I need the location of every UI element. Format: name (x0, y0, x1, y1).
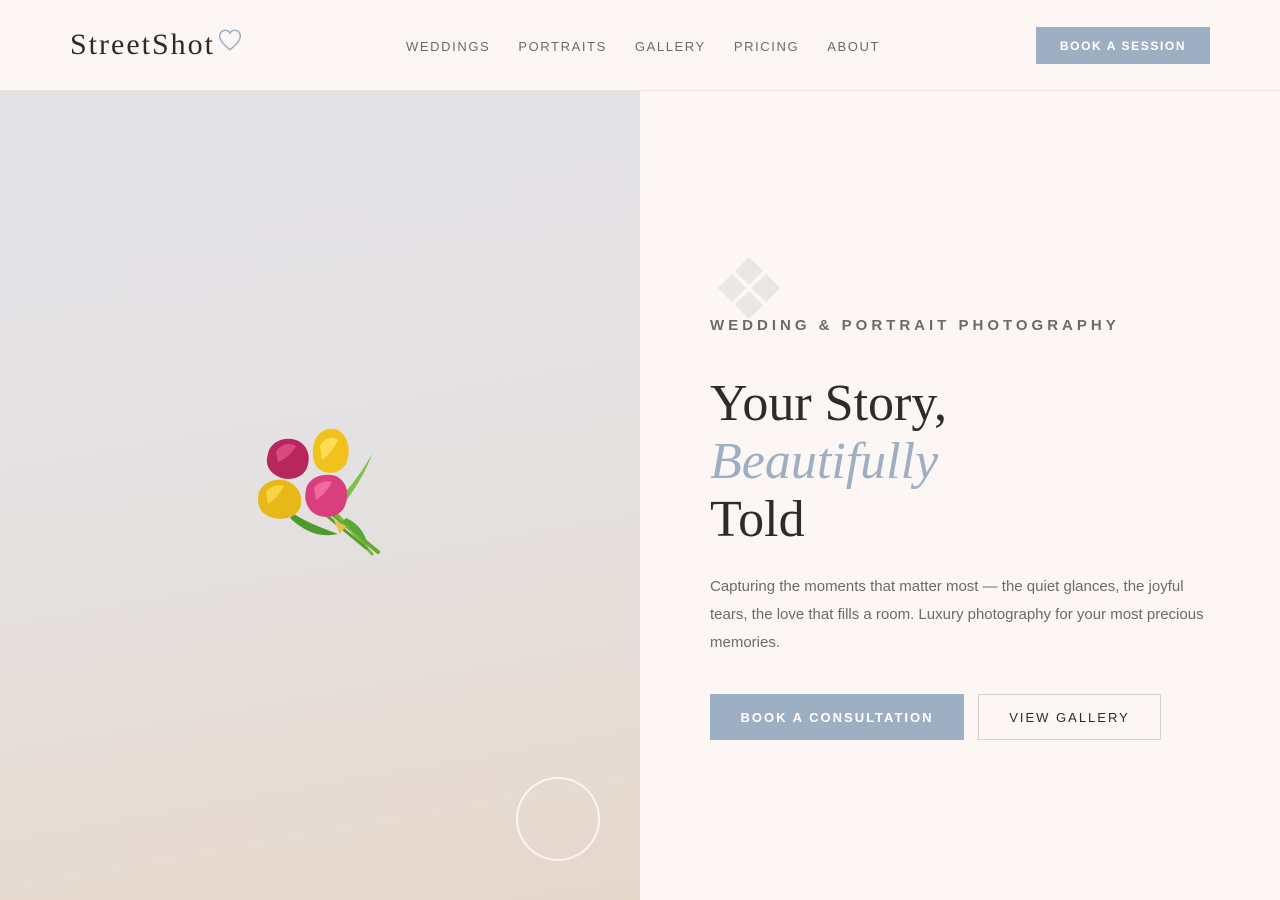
headline-line-3: Told (710, 491, 805, 548)
heart-icon (217, 27, 243, 58)
hero-headline: Your Story, Beautifully Told (710, 375, 947, 549)
site-header: StreetShot WEDDINGS PORTRAITS GALLERY PR… (0, 0, 1280, 91)
nav-portraits[interactable]: PORTRAITS (518, 39, 607, 54)
bouquet-icon (250, 426, 390, 561)
nav-gallery[interactable]: GALLERY (635, 39, 706, 54)
play-circle-button[interactable] (516, 777, 600, 861)
book-consultation-button[interactable]: BOOK A CONSULTATION (710, 694, 964, 740)
view-gallery-button[interactable]: VIEW GALLERY (978, 694, 1161, 740)
headline-line-1: Your Story, (710, 375, 947, 432)
hero-description: Capturing the moments that matter most —… (710, 578, 1204, 651)
headline-line-2: Beautifully (710, 433, 939, 490)
nav-weddings[interactable]: WEDDINGS (406, 39, 490, 54)
main-nav: WEDDINGS PORTRAITS GALLERY PRICING ABOUT (406, 39, 880, 54)
book-session-button[interactable]: BOOK A SESSION (1036, 27, 1210, 64)
nav-pricing[interactable]: PRICING (734, 39, 799, 54)
hero-image-panel (0, 91, 640, 900)
hero-eyebrow: WEDDING & PORTRAIT PHOTOGRAPHY (710, 317, 1120, 334)
diamond-grid-icon (717, 256, 781, 324)
logo-text: StreetShot (70, 28, 215, 61)
logo[interactable]: StreetShot (70, 28, 243, 62)
hero-content: WEDDING & PORTRAIT PHOTOGRAPHY Your Stor… (640, 91, 1280, 900)
nav-about[interactable]: ABOUT (827, 39, 880, 54)
